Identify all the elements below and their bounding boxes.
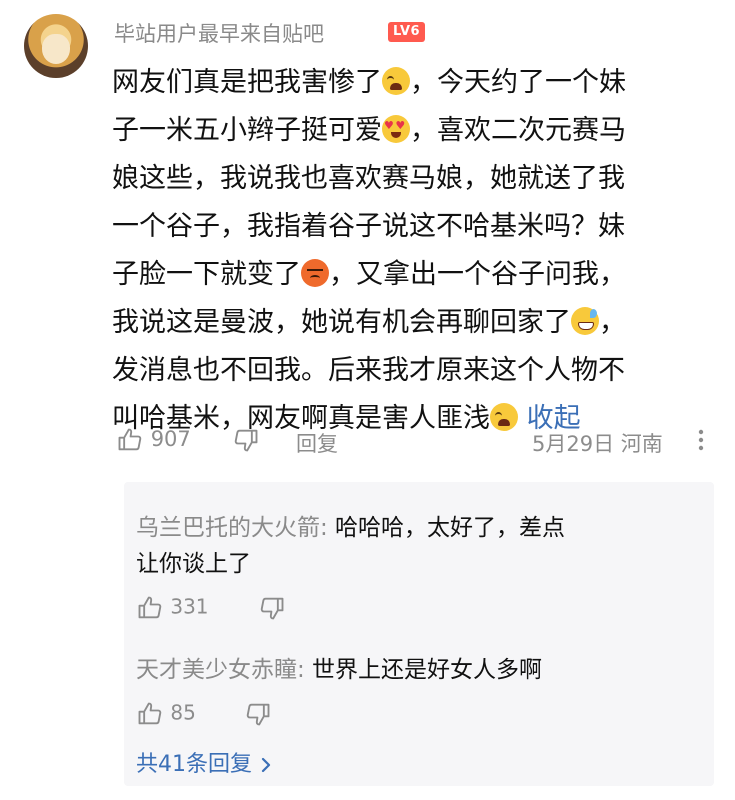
comment-location: 河南 [620, 432, 663, 456]
angry-face-icon [301, 259, 329, 287]
comment-line-7: 发消息也不回我。后来我才原来这个人物不 [112, 355, 625, 386]
thumbs-down-icon [246, 703, 270, 726]
sweat-smile-face-icon [571, 307, 599, 335]
like-button[interactable]: 907 [116, 426, 191, 454]
reply-username[interactable]: 天才美少女赤瞳: [136, 657, 305, 683]
chevron-right-icon [261, 757, 271, 773]
comment-line-6: 我说这是曼波，她说有机会再聊回家了， [112, 307, 626, 338]
reply-button[interactable]: 回复 [296, 428, 338, 458]
comment-line-2: 子一米五小辫子挺可爱，喜欢二次元赛马 [112, 108, 626, 147]
thumbs-down-icon [260, 597, 284, 620]
reply-dislike-button[interactable] [258, 594, 286, 622]
reply-like-count: 331 [170, 594, 209, 619]
reply-2[interactable]: 天才美少女赤瞳: 世界上还是好女人多啊 [136, 650, 542, 684]
heart-eyes-face-icon [382, 115, 410, 143]
reply-1[interactable]: 乌兰巴托的大火箭: 哈哈哈，太好了，差点 [136, 508, 565, 542]
thumbs-down-icon [234, 429, 258, 452]
avatar[interactable] [24, 14, 88, 78]
view-all-replies-link[interactable]: 共41条回复 [136, 746, 273, 778]
thumbs-up-icon [138, 596, 162, 619]
crying-face-icon [382, 67, 410, 95]
comment-line-5: 子脸一下就变了 ，又拿出一个谷子问我， [112, 259, 626, 290]
comment-line-3: 娘这些，我说我也喜欢赛马娘，她就送了我 [112, 163, 625, 194]
reply-like-button[interactable]: 85 [136, 700, 196, 728]
thumbs-up-icon [138, 702, 162, 725]
crying-face-icon [490, 403, 518, 431]
reply-dislike-button[interactable] [244, 700, 272, 728]
comment-username[interactable]: 毕站用户最早来自贴吧 [114, 18, 324, 48]
level-badge: LV6 [388, 22, 426, 42]
comment-line-4: 一个谷子，我指着谷子说这不哈基米吗？妹 [112, 211, 625, 242]
comment-date: 5月29日 河南 [532, 432, 663, 456]
dislike-button[interactable] [232, 426, 260, 454]
reply-like-count: 85 [170, 700, 196, 725]
reply-1-continuation: 让你谈上了 [136, 551, 251, 577]
thumbs-up-icon [118, 428, 142, 451]
like-count: 907 [150, 427, 191, 451]
comment-line-1: 网友们真是把我害惨了 ，今天约了一个妹 [112, 67, 626, 98]
reply-like-button[interactable]: 331 [136, 594, 209, 622]
reply-username[interactable]: 乌兰巴托的大火箭: [136, 515, 328, 541]
more-options-icon[interactable] [697, 428, 705, 452]
